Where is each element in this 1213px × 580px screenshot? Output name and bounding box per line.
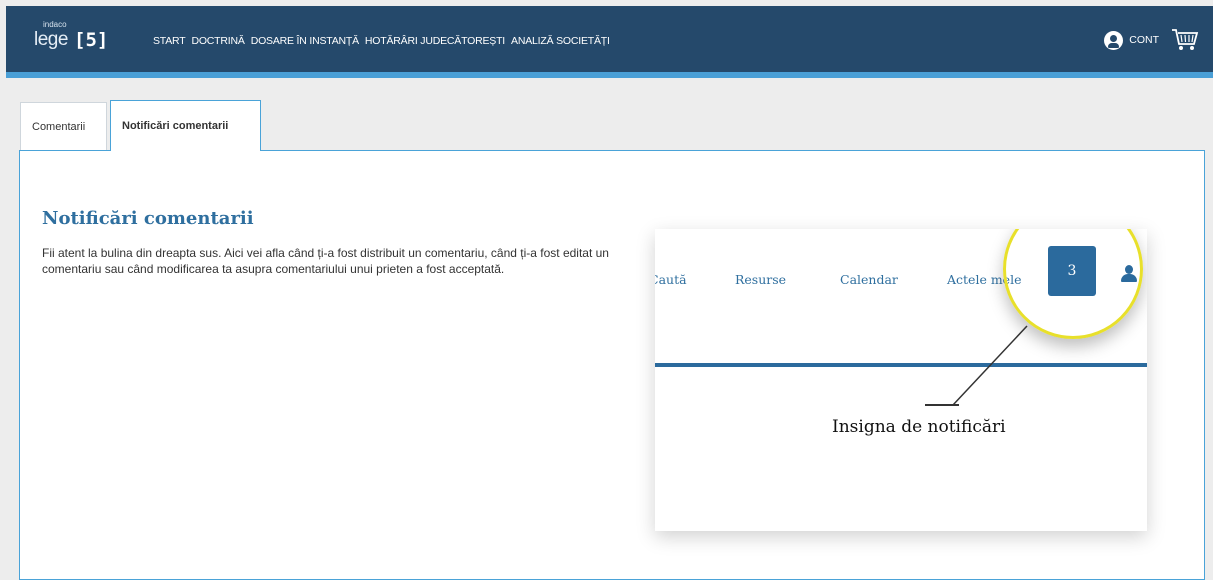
callout-label: Insigna de notificări bbox=[832, 417, 1006, 437]
navbar-stripe bbox=[6, 72, 1213, 78]
page-description: Fii atent la bulina din dreapta sus. Aic… bbox=[42, 246, 609, 276]
nav-doctrina[interactable]: DOCTRINĂ bbox=[191, 35, 244, 47]
user-icon[interactable] bbox=[1104, 30, 1124, 50]
notification-illustration: Caută Resurse Calendar Actele mele 3 Ins… bbox=[655, 229, 1147, 531]
cart-icon[interactable] bbox=[1171, 28, 1199, 52]
logo-text: lege bbox=[34, 29, 68, 50]
account-link[interactable]: CONT bbox=[1129, 34, 1159, 46]
illustration-divider bbox=[655, 363, 1147, 367]
account-area: CONT bbox=[1104, 28, 1199, 52]
illustration-menu-item: Resurse bbox=[735, 272, 787, 287]
notification-badge: 3 bbox=[1048, 246, 1096, 296]
nav-dosare[interactable]: DOSARE ÎN INSTANȚĂ bbox=[251, 35, 359, 47]
main-nav: START DOCTRINĂ DOSARE ÎN INSTANȚĂ HOTĂRÂ… bbox=[153, 35, 610, 47]
logo-number: [5] bbox=[74, 29, 109, 51]
tab-comentarii[interactable]: Comentarii bbox=[20, 102, 107, 151]
content-panel: Notificări comentarii Fii atent la bulin… bbox=[19, 150, 1205, 580]
nav-hotarari[interactable]: HOTĂRÂRI JUDECĂTOREȘTI bbox=[365, 35, 505, 47]
page-title: Notificări comentarii bbox=[42, 208, 254, 229]
illustration-menu-item: Calendar bbox=[840, 272, 898, 287]
top-navbar: indaco lege [5] START DOCTRINĂ DOSARE ÎN… bbox=[6, 6, 1213, 72]
user-avatar-icon bbox=[1121, 265, 1137, 283]
tab-notificari-comentarii[interactable]: Notificări comentarii bbox=[110, 100, 261, 151]
nav-analiza[interactable]: ANALIZĂ SOCIETĂȚI bbox=[511, 35, 610, 47]
illustration-menu-item: Caută bbox=[655, 272, 687, 287]
logo-small-text: indaco bbox=[43, 20, 67, 29]
nav-start[interactable]: START bbox=[153, 35, 186, 47]
